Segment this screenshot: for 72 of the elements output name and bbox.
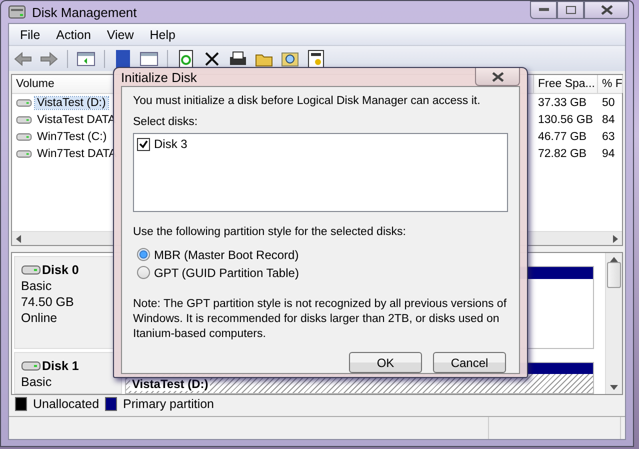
table-cell: 37.33 GB — [538, 96, 587, 108]
note-text: Note: The GPT partition style is not recognized by all previous versions of Windows. It is recommended for disks larger than 2TB, or disks used on Itanium-based computers. — [133, 297, 508, 342]
menu-item[interactable]: Action — [48, 28, 99, 42]
table-cell: 63 — [602, 130, 615, 142]
radio-button[interactable] — [137, 266, 150, 279]
volume-name[interactable]: Win7Test (C:) — [35, 130, 109, 142]
disk-management-icon — [8, 4, 26, 20]
disk-detail: Basic — [21, 375, 53, 389]
disk-detail: Basic — [21, 279, 53, 293]
maximize-button[interactable] — [557, 1, 584, 19]
down-arrow-icon[interactable] — [610, 385, 618, 390]
ok-button[interactable]: OK — [349, 352, 422, 373]
table-cell: 94 — [602, 148, 615, 160]
table-cell: 130.56 GB — [538, 114, 593, 126]
disk-option-label: Disk 3 — [154, 137, 188, 151]
close-button[interactable] — [584, 1, 629, 19]
cancel-button[interactable]: Cancel — [433, 352, 506, 373]
menu-item[interactable]: View — [98, 28, 142, 42]
checkbox[interactable] — [137, 138, 150, 150]
select-disks-label: Select disks: — [133, 115, 199, 129]
close-icon — [205, 52, 219, 66]
radio-label: GPT (GUID Partition Table) — [154, 266, 299, 280]
menu-item[interactable]: File — [12, 28, 48, 42]
refresh-icon — [179, 50, 193, 68]
disk-name: Disk 0 — [21, 263, 121, 277]
close-button[interactable] — [475, 68, 520, 86]
up-arrow-icon[interactable] — [610, 257, 618, 262]
volume-name[interactable]: VistaTest (D:) — [35, 96, 108, 108]
close-icon — [598, 5, 614, 15]
menu-item[interactable]: Help — [142, 28, 184, 42]
message-text: You must initialize a disk before Logical Disk Manager can access it. — [133, 94, 482, 108]
column-header[interactable]: % F — [598, 75, 624, 93]
drive-icon — [16, 98, 32, 108]
drive-icon — [16, 132, 32, 142]
table-cell: 72.82 GB — [538, 148, 587, 160]
disk-list[interactable]: Disk 3 — [133, 133, 508, 212]
disk-detail: 74.50 GB — [21, 295, 75, 309]
close-icon — [490, 72, 506, 82]
disk-label-panel[interactable]: Disk 1 Basic — [14, 352, 122, 394]
table-cell: 46.77 GB — [538, 130, 587, 142]
settings-button[interactable] — [305, 48, 327, 70]
legend-label: Unallocated — [33, 396, 100, 410]
printer-icon — [229, 50, 247, 66]
vertical-scrollbar[interactable] — [605, 253, 622, 394]
table-cell: 50 — [602, 96, 615, 108]
legend-label: Primary partition — [123, 396, 214, 410]
maximize-icon — [566, 6, 576, 14]
window-pane-icon — [77, 52, 95, 66]
drive-icon — [16, 148, 32, 158]
column-header[interactable]: Free Spa... — [534, 75, 598, 93]
partition-label: VistaTest (D:) — [130, 377, 210, 391]
minimize-button[interactable] — [530, 1, 557, 19]
right-arrow-icon[interactable] — [613, 234, 618, 242]
search-icon — [281, 50, 299, 66]
window-pane-icon — [140, 52, 158, 66]
dialog-title: Initialize Disk — [121, 70, 197, 84]
disk-detail: Online — [21, 311, 58, 325]
scroll-thumb[interactable] — [607, 262, 621, 288]
partition-style-label: Use the following partition style for the selected disks: — [133, 225, 407, 239]
drive-icon — [21, 361, 41, 371]
left-arrow-icon — [14, 52, 32, 66]
document-icon — [308, 50, 324, 68]
left-arrow-icon[interactable] — [16, 234, 21, 242]
disk-name: Disk 1 — [21, 359, 121, 373]
window-title: Disk Management — [32, 4, 138, 20]
radio-button[interactable] — [137, 248, 150, 261]
right-arrow-icon — [40, 52, 58, 66]
drive-icon — [21, 265, 41, 275]
minimize-icon — [538, 8, 548, 12]
radio-label: MBR (Master Boot Record) — [154, 248, 299, 262]
table-cell: 84 — [602, 114, 615, 126]
drive-icon — [16, 114, 32, 124]
